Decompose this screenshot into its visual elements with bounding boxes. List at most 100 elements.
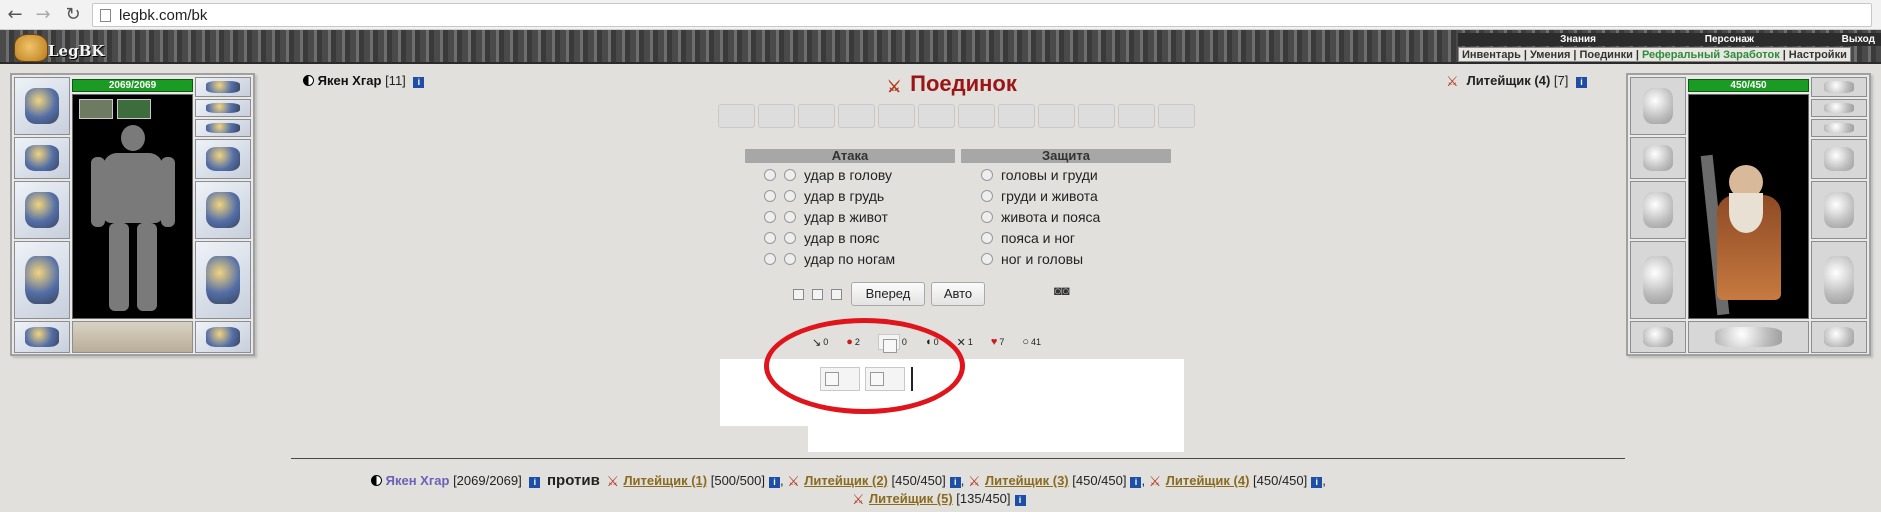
radio-button[interactable] bbox=[981, 169, 993, 181]
enemy-link[interactable]: Литейщик (4) bbox=[1166, 473, 1250, 488]
player-avatar[interactable] bbox=[72, 94, 193, 319]
scroll-slot[interactable] bbox=[878, 104, 915, 128]
scroll-slot[interactable] bbox=[718, 104, 755, 128]
submenu-settings[interactable]: Настройки bbox=[1789, 49, 1847, 61]
enemy-link[interactable]: Литейщик (3) bbox=[985, 473, 1069, 488]
radio-button[interactable] bbox=[764, 253, 776, 265]
enemy-link[interactable]: Литейщик (2) bbox=[804, 473, 888, 488]
weapon-slot[interactable] bbox=[14, 181, 70, 239]
offhand-slot[interactable] bbox=[195, 181, 251, 239]
bracers-slot[interactable] bbox=[1630, 137, 1686, 179]
defense-option[interactable]: ног и головы bbox=[981, 250, 1083, 268]
mask-icons[interactable]: ◙◙ bbox=[1054, 282, 1088, 300]
submenu-inventory[interactable]: Инвентарь bbox=[1462, 49, 1521, 61]
helmet-slot[interactable] bbox=[1630, 77, 1686, 135]
site-logo[interactable]: LegBK bbox=[14, 34, 104, 64]
helmet-slot[interactable] bbox=[14, 77, 70, 135]
submenu-skills[interactable]: Умения bbox=[1530, 49, 1570, 61]
scroll-slot[interactable] bbox=[838, 104, 875, 128]
rings-slot[interactable] bbox=[195, 119, 251, 137]
gloves-slot[interactable] bbox=[195, 139, 251, 179]
info-icon[interactable]: i bbox=[949, 477, 961, 488]
pet-owl-slot[interactable] bbox=[72, 321, 193, 353]
checkbox[interactable] bbox=[812, 289, 823, 300]
scroll-slot[interactable] bbox=[798, 104, 835, 128]
attack-option[interactable]: удар в голову bbox=[764, 166, 892, 184]
radio-button[interactable] bbox=[784, 232, 796, 244]
forward-arrow-icon[interactable]: → bbox=[32, 4, 54, 26]
gloves-slot[interactable] bbox=[1811, 139, 1867, 179]
radio-button[interactable] bbox=[764, 169, 776, 181]
rings-slot[interactable] bbox=[1811, 119, 1867, 137]
menu-character[interactable]: Персонаж bbox=[1626, 33, 1776, 46]
forward-button[interactable]: Вперед bbox=[851, 282, 925, 306]
weapon-slot[interactable] bbox=[1630, 181, 1686, 239]
info-icon[interactable]: i bbox=[768, 477, 780, 488]
amulet-slot[interactable] bbox=[195, 99, 251, 117]
armor-slot[interactable] bbox=[1630, 241, 1686, 319]
offhand-slot[interactable] bbox=[1811, 181, 1867, 239]
auto-button[interactable]: Авто bbox=[931, 282, 985, 306]
boots-slot[interactable] bbox=[195, 321, 251, 353]
scroll-slot[interactable] bbox=[958, 104, 995, 128]
enemy-link[interactable]: Литейщик (5) bbox=[869, 491, 953, 506]
defense-option[interactable]: пояса и ног bbox=[981, 229, 1075, 247]
address-bar[interactable]: legbk.com/bk bbox=[92, 3, 1872, 27]
info-icon[interactable]: i bbox=[413, 77, 425, 88]
belt-slot[interactable] bbox=[14, 321, 70, 353]
info-icon[interactable]: i bbox=[1311, 477, 1323, 488]
checkbox[interactable] bbox=[793, 289, 804, 300]
amulet-slot[interactable] bbox=[1811, 99, 1867, 117]
radio-button[interactable] bbox=[784, 190, 796, 202]
radio-button[interactable] bbox=[981, 253, 993, 265]
info-icon[interactable]: i bbox=[1130, 477, 1142, 488]
radio-button[interactable] bbox=[764, 190, 776, 202]
scroll-slot[interactable] bbox=[758, 104, 795, 128]
leggings-slot[interactable] bbox=[195, 241, 251, 319]
buff-icon[interactable] bbox=[79, 99, 113, 119]
back-arrow-icon[interactable]: ← bbox=[4, 4, 26, 26]
enemy-link[interactable]: Литейщик (1) bbox=[623, 473, 707, 488]
earrings-slot[interactable] bbox=[195, 77, 251, 97]
player-name[interactable]: Якен Хгар bbox=[318, 73, 382, 88]
checkbox[interactable] bbox=[831, 289, 842, 300]
leggings-slot[interactable] bbox=[1811, 241, 1867, 319]
radio-button[interactable] bbox=[981, 232, 993, 244]
earrings-slot[interactable] bbox=[1811, 77, 1867, 97]
scroll-slot[interactable] bbox=[1158, 104, 1195, 128]
radio-button[interactable] bbox=[981, 190, 993, 202]
radio-button[interactable] bbox=[784, 253, 796, 265]
radio-button[interactable] bbox=[764, 232, 776, 244]
info-icon[interactable]: i bbox=[1014, 495, 1026, 506]
defense-option[interactable]: головы и груди bbox=[981, 166, 1098, 184]
belt-slot[interactable] bbox=[1630, 321, 1686, 353]
scroll-slot[interactable] bbox=[1038, 104, 1075, 128]
scroll-slot[interactable] bbox=[1078, 104, 1115, 128]
attack-option[interactable]: удар в живот bbox=[764, 208, 888, 226]
buff-icon[interactable] bbox=[117, 99, 151, 119]
enemy-avatar[interactable] bbox=[1688, 94, 1809, 319]
radio-button[interactable] bbox=[784, 211, 796, 223]
radio-button[interactable] bbox=[784, 169, 796, 181]
armor-slot[interactable] bbox=[14, 241, 70, 319]
attack-option[interactable]: удар в пояс bbox=[764, 229, 879, 247]
attack-option[interactable]: удар по ногам bbox=[764, 250, 895, 268]
menu-knowledge[interactable]: Знания bbox=[1458, 33, 1626, 46]
info-icon[interactable]: i bbox=[1576, 77, 1588, 88]
submenu-duels[interactable]: Поединки bbox=[1579, 49, 1632, 61]
defense-option[interactable]: груди и живота bbox=[981, 187, 1098, 205]
radio-button[interactable] bbox=[981, 211, 993, 223]
submenu-referral[interactable]: Реферальный Заработок bbox=[1642, 49, 1780, 61]
bracers-slot[interactable] bbox=[14, 137, 70, 179]
defense-option[interactable]: живота и пояса bbox=[981, 208, 1100, 226]
scroll-slot[interactable] bbox=[918, 104, 955, 128]
player-link[interactable]: Якен Хгар bbox=[386, 473, 450, 488]
reload-icon[interactable]: ↻ bbox=[62, 4, 84, 26]
radio-button[interactable] bbox=[764, 211, 776, 223]
enemy-name[interactable]: Литейщик (4) bbox=[1467, 73, 1551, 88]
scroll-slot[interactable] bbox=[1118, 104, 1155, 128]
pet-slot[interactable] bbox=[1688, 321, 1809, 353]
info-icon[interactable]: i bbox=[529, 477, 541, 488]
menu-exit[interactable]: Выход bbox=[1776, 33, 1881, 46]
boots-slot[interactable] bbox=[1811, 321, 1867, 353]
